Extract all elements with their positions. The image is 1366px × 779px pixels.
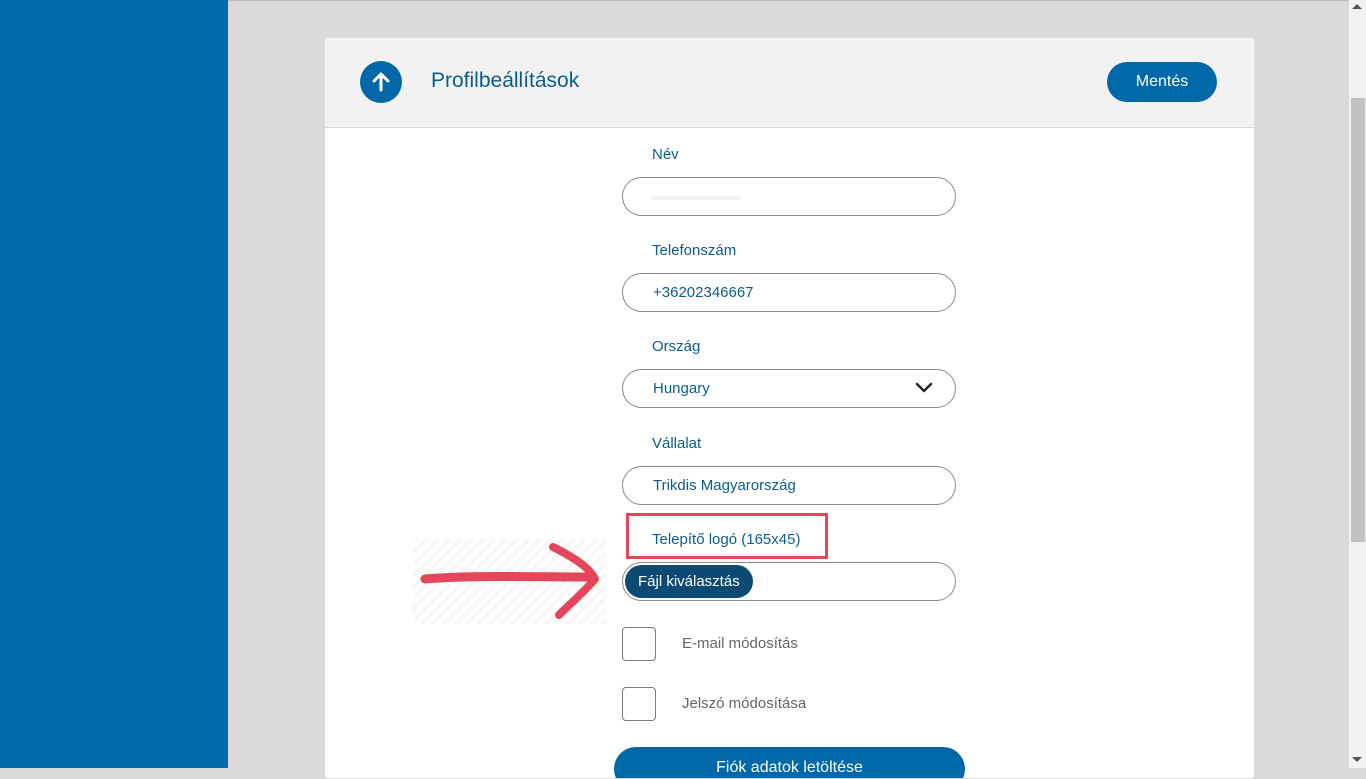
- password-change-checkbox[interactable]: [622, 687, 656, 721]
- card-header: Profilbeállítások Mentés: [325, 38, 1254, 128]
- logo-file-field[interactable]: Fájl kiválasztás: [622, 562, 956, 601]
- email-change-label: E-mail módosítás: [682, 635, 798, 652]
- page-title: Profilbeállítások: [431, 69, 580, 92]
- phone-field[interactable]: +36202346667: [622, 273, 956, 312]
- country-label: Ország: [652, 338, 701, 355]
- top-divider: [228, 0, 1366, 1]
- name-field[interactable]: [622, 177, 956, 216]
- logo-label: Telepítő logó (165x45): [652, 531, 801, 548]
- email-change-checkbox[interactable]: [622, 627, 656, 661]
- phone-label: Telefonszám: [652, 242, 737, 259]
- scrollbar-thumb[interactable]: [1351, 98, 1365, 542]
- scroll-up-arrow-icon[interactable]: [1352, 4, 1362, 9]
- password-change-label: Jelszó módosítása: [682, 695, 807, 712]
- chevron-down-icon: [915, 382, 933, 393]
- phone-value: +36202346667: [653, 284, 754, 301]
- name-label: Név: [652, 146, 679, 163]
- scroll-down-arrow-icon[interactable]: [1352, 757, 1362, 762]
- arrow-up-icon: [372, 72, 390, 92]
- country-value: Hungary: [653, 380, 710, 397]
- scroll-to-top-button[interactable]: [360, 61, 402, 103]
- sidebar: [0, 0, 228, 768]
- redacted-name: [651, 196, 741, 200]
- profile-settings-card: Profilbeállítások Mentés Név Telefonszám…: [324, 37, 1255, 779]
- company-value: Trikdis Magyarország: [653, 477, 796, 494]
- country-select[interactable]: Hungary: [622, 369, 956, 408]
- save-button[interactable]: Mentés: [1107, 62, 1217, 102]
- company-label: Vállalat: [652, 435, 702, 452]
- annotation-arrow-icon: [420, 543, 599, 619]
- choose-file-button[interactable]: Fájl kiválasztás: [625, 565, 753, 598]
- company-field[interactable]: Trikdis Magyarország: [622, 466, 956, 505]
- download-account-data-button[interactable]: Fiók adatok letöltése: [614, 747, 965, 778]
